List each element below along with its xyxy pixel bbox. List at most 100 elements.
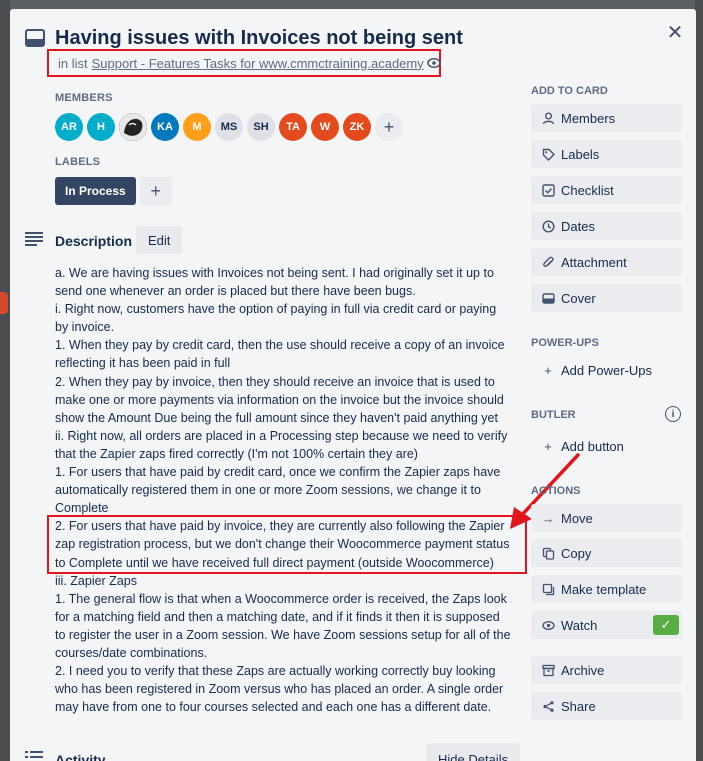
labels-label: LABELS bbox=[55, 156, 101, 168]
description-line: 2. I need you to verify that these Zaps … bbox=[55, 664, 496, 679]
checklist-button[interactable]: Checklist bbox=[531, 176, 682, 204]
move-button[interactable]: → Move bbox=[531, 504, 682, 532]
description-line: may have from one to four courses select… bbox=[55, 700, 492, 715]
avatar[interactable]: ZK bbox=[343, 113, 371, 141]
description-line: courses/date combinations. bbox=[55, 645, 208, 660]
description-line: 1. The general flow is that when a Wooco… bbox=[55, 591, 507, 606]
description-line: ii. Right now, all orders are placed in … bbox=[55, 428, 508, 443]
add-member-button[interactable]: + bbox=[375, 113, 403, 141]
description-line: by invoice. bbox=[55, 320, 115, 335]
share-button[interactable]: Share bbox=[531, 692, 682, 720]
description-line: i. Right now, customers have the option … bbox=[55, 302, 497, 317]
description-line: Complete bbox=[55, 501, 109, 516]
description-line: to register the user in a Zoom session. … bbox=[55, 627, 511, 642]
power-ups-label: POWER-UPS bbox=[531, 337, 599, 349]
plus-icon: + bbox=[544, 438, 552, 454]
members-button-label: Members bbox=[561, 110, 616, 126]
label-in-process[interactable]: In Process bbox=[55, 177, 136, 205]
avatar[interactable]: SH bbox=[247, 113, 275, 141]
description-line: 1. For users that have paid by credit ca… bbox=[55, 465, 501, 480]
template-icon bbox=[540, 581, 556, 597]
info-icon[interactable]: i bbox=[665, 406, 681, 422]
hide-details-button[interactable]: Hide Details bbox=[426, 743, 521, 761]
description-line: for a matching field and then a matching… bbox=[55, 609, 500, 624]
copy-icon bbox=[540, 545, 556, 561]
cover-icon bbox=[540, 290, 556, 306]
labels-button[interactable]: Labels bbox=[531, 140, 682, 168]
dates-button[interactable]: Dates bbox=[531, 212, 682, 240]
description-title: Description bbox=[55, 233, 133, 249]
description-line: 2. When they pay by invoice, then they s… bbox=[55, 374, 495, 389]
description-line: make one or more payments via informatio… bbox=[55, 392, 504, 407]
description-line: reflecting it has been paid in full bbox=[55, 356, 231, 371]
cover-button-label: Cover bbox=[561, 290, 596, 306]
dates-button-label: Dates bbox=[561, 218, 595, 234]
make-template-button[interactable]: Make template bbox=[531, 575, 682, 603]
in-list-prefix: in list bbox=[58, 55, 88, 71]
avatar[interactable]: H bbox=[87, 113, 115, 141]
card-detail-modal: Having issues with Invoices not being se… bbox=[10, 9, 696, 761]
description-line: who has been registered in Zoom versus w… bbox=[55, 682, 504, 697]
eye-icon[interactable] bbox=[427, 57, 441, 69]
activity-title: Activity bbox=[55, 752, 106, 761]
avatar-image bbox=[119, 113, 147, 141]
share-button-label: Share bbox=[561, 698, 596, 714]
copy-button-label: Copy bbox=[561, 545, 592, 561]
attachment-button-label: Attachment bbox=[561, 254, 627, 270]
description-line: a. We are having issues with Invoices no… bbox=[55, 266, 494, 280]
avatar[interactable]: KA bbox=[151, 113, 179, 141]
board-background-left bbox=[0, 0, 10, 761]
description-line: zap registration process, but we don't c… bbox=[55, 537, 510, 552]
cover-button[interactable]: Cover bbox=[531, 284, 682, 312]
paperclip-icon bbox=[540, 254, 556, 270]
actions-label: ACTIONS bbox=[531, 485, 581, 497]
butler-label: BUTLER bbox=[531, 409, 576, 421]
board-background-right bbox=[695, 0, 703, 761]
tag-icon bbox=[540, 146, 556, 162]
add-button-button[interactable]: + Add button bbox=[531, 432, 682, 460]
members-label: MEMBERS bbox=[55, 92, 113, 104]
archive-button[interactable]: Archive bbox=[531, 656, 682, 684]
description-line: iii. Zapier Zaps bbox=[55, 573, 137, 588]
make-template-button-label: Make template bbox=[561, 581, 647, 597]
move-button-label: Move bbox=[561, 510, 593, 526]
description-line: show the Amount Due being the full amoun… bbox=[55, 410, 498, 425]
card-icon bbox=[25, 29, 45, 47]
activity-icon bbox=[25, 751, 43, 758]
close-icon[interactable]: ✕ bbox=[664, 21, 686, 44]
members-button[interactable]: Members bbox=[531, 104, 682, 132]
checklist-icon bbox=[540, 182, 556, 198]
share-icon bbox=[540, 698, 556, 714]
add-to-card-label: ADD TO CARD bbox=[531, 85, 608, 97]
description-line: automatically registered them in one or … bbox=[55, 483, 481, 498]
list-link[interactable]: Support - Features Tasks for www.cmmctra… bbox=[92, 56, 424, 71]
description-line: to Complete until we have received full … bbox=[55, 555, 494, 570]
description-line: that the Zapier zaps fired correctly (I'… bbox=[55, 446, 418, 461]
checklist-button-label: Checklist bbox=[561, 182, 614, 198]
copy-button[interactable]: Copy bbox=[531, 539, 682, 567]
add-power-ups-button[interactable]: + Add Power-Ups bbox=[531, 356, 682, 384]
description-icon bbox=[25, 232, 43, 246]
check-icon: ✓ bbox=[653, 615, 679, 635]
avatar[interactable]: M bbox=[183, 113, 211, 141]
archive-button-label: Archive bbox=[561, 662, 605, 678]
watch-button-label: Watch bbox=[561, 617, 598, 633]
plus-icon: + bbox=[544, 362, 552, 378]
eye-icon bbox=[540, 617, 556, 633]
edit-description-button[interactable]: Edit bbox=[136, 226, 183, 254]
avatar[interactable] bbox=[119, 113, 147, 141]
avatar[interactable]: TA bbox=[279, 113, 307, 141]
avatar[interactable]: MS bbox=[215, 113, 243, 141]
add-power-ups-label: Add Power-Ups bbox=[561, 362, 653, 378]
background-card-label bbox=[0, 292, 8, 314]
description-line: send one whenever an order is placed but… bbox=[55, 284, 416, 299]
card-title[interactable]: Having issues with Invoices not being se… bbox=[55, 27, 463, 50]
avatar[interactable]: AR bbox=[55, 113, 83, 141]
avatar[interactable]: W bbox=[311, 113, 339, 141]
labels-list: In Process + bbox=[55, 177, 172, 205]
attachment-button[interactable]: Attachment bbox=[531, 248, 682, 276]
add-label-button[interactable]: + bbox=[139, 177, 172, 205]
labels-button-label: Labels bbox=[561, 146, 600, 162]
description-body[interactable]: a. We are having issues with Invoices no… bbox=[55, 264, 525, 716]
description-line: 2. For users that have paid by invoice, … bbox=[55, 519, 505, 534]
